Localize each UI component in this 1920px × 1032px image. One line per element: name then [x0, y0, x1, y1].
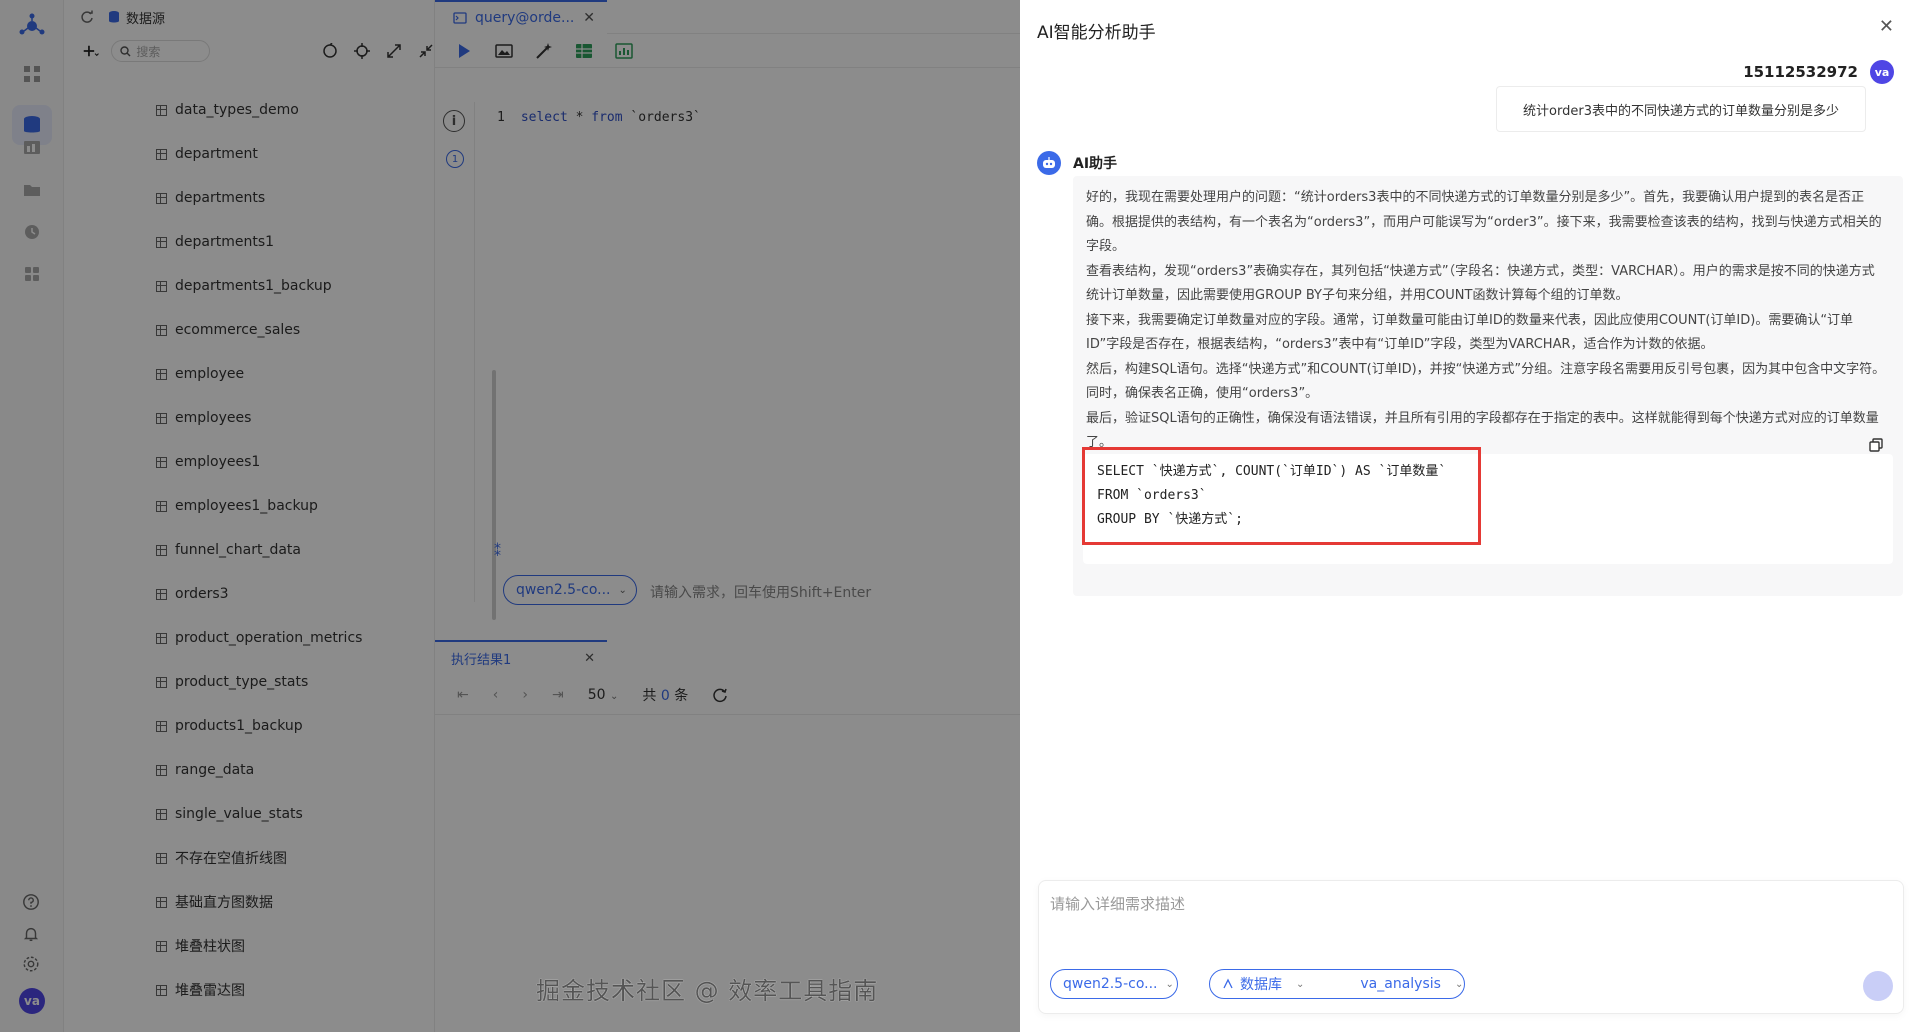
user-avatar: va [1870, 60, 1894, 84]
ai-name: AI助手 [1073, 156, 1118, 172]
ai-paragraph: 接下来，我需要确定订单数量对应的字段。通常，订单数量可能由订单ID的数量来代表，… [1086, 312, 1854, 353]
ai-paragraph: 查看表结构，发现“orders3”表确实存在，其列包括“快递方式”（字段名：快递… [1086, 263, 1875, 304]
sql-code-block: SELECT `快递方式`, COUNT(`订单ID`) AS `订单数量` FR… [1082, 438, 1893, 564]
ai-paragraph: 好的，我现在需要处理用户的问题：“统计orders3表中的不同快递方式的订单数量… [1086, 190, 1882, 254]
ai-assistant-drawer: AI智能分析助手 ✕ 15112532972 va 统计order3表中的不同快… [1020, 0, 1920, 1032]
watermark: 掘金技术社区 @ 效率工具指南 [536, 977, 879, 1005]
model-select[interactable]: qwen2.5-co... ⌄ [1050, 969, 1178, 999]
modal-overlay[interactable] [0, 0, 1020, 1032]
drawer-title: AI智能分析助手 [1037, 23, 1156, 43]
sql-line: SELECT `快递方式`, COUNT(`订单ID`) AS `订单数量` [1097, 464, 1447, 479]
ai-reasoning: 好的，我现在需要处理用户的问题：“统计orders3表中的不同快递方式的订单数量… [1086, 186, 1886, 456]
sql-line: GROUP BY `快递方式`; [1097, 512, 1243, 527]
user-header: 15112532972 va [1743, 60, 1894, 84]
ai-header: AI助手 [1037, 151, 1117, 175]
user-name: 15112532972 [1743, 63, 1858, 81]
ai-paragraph: 然后，构建SQL语句。选择“快递方式”和COUNT(订单ID)，并按“快递方式”… [1086, 361, 1886, 402]
database-select-label: 数据库 [1240, 977, 1282, 993]
sql-line: FROM `orders3` [1097, 488, 1207, 503]
chevron-down-icon: ⌄ [1296, 978, 1305, 990]
close-icon[interactable]: ✕ [1879, 16, 1894, 37]
robot-icon [1037, 151, 1061, 175]
user-message: 统计order3表中的不同快递方式的订单数量分别是多少 [1496, 86, 1866, 132]
database-select-value: va_analysis [1360, 976, 1441, 992]
chevron-down-icon: ⌄ [1165, 978, 1174, 990]
chevron-down-icon: ⌄ [1454, 978, 1464, 990]
send-button[interactable] [1863, 971, 1893, 1001]
chat-input-box[interactable]: 请输入详细需求描述 qwen2.5-co... ⌄ 数据库 ⌄ va_analy… [1038, 880, 1904, 1014]
database-link-icon [1223, 978, 1233, 989]
ai-message-card: 好的，我现在需要处理用户的问题：“统计orders3表中的不同快递方式的订单数量… [1073, 176, 1903, 596]
model-select-label: qwen2.5-co... [1063, 976, 1158, 992]
copy-icon[interactable] [1869, 438, 1883, 452]
chat-input-placeholder: 请输入详细需求描述 [1050, 895, 1186, 913]
sql-lines[interactable]: SELECT `快递方式`, COUNT(`订单ID`) AS `订单数量` FR… [1097, 460, 1446, 532]
database-select[interactable]: 数据库 ⌄ va_analysis ⌄ [1209, 969, 1465, 999]
